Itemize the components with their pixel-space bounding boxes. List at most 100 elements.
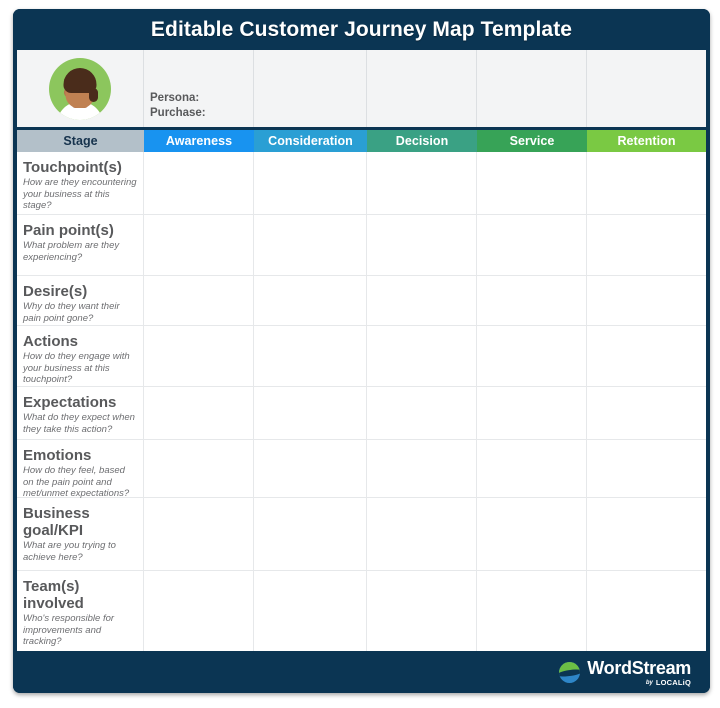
row-title: Pain point(s) bbox=[23, 222, 114, 239]
cell-expectations-consideration[interactable] bbox=[254, 387, 367, 439]
cell-teams-decision[interactable] bbox=[367, 571, 477, 651]
stage-header-row: Stage Awareness Consideration Decision S… bbox=[17, 130, 706, 152]
cell-pain-points-consideration[interactable] bbox=[254, 215, 367, 275]
cell-desires-decision[interactable] bbox=[367, 276, 477, 325]
table-row: Expectations What do they expect when th… bbox=[17, 387, 706, 440]
cell-actions-service[interactable] bbox=[477, 326, 587, 386]
template-frame: Editable Customer Journey Map Template P… bbox=[13, 9, 710, 693]
logo-subline: by LOCALiQ bbox=[646, 679, 691, 687]
cell-pain-points-service[interactable] bbox=[477, 215, 587, 275]
table-row: Touchpoint(s) How are they encountering … bbox=[17, 152, 706, 215]
column-header-stage[interactable]: Stage bbox=[17, 130, 144, 152]
cell-touchpoints-service[interactable] bbox=[477, 152, 587, 214]
persona-label: Persona: bbox=[150, 92, 200, 104]
title-bar: Editable Customer Journey Map Template bbox=[13, 9, 710, 50]
row-title: Team(s) involved bbox=[23, 578, 84, 612]
cell-business-goal-service[interactable] bbox=[477, 498, 587, 570]
row-description: How are they encountering your business … bbox=[23, 177, 137, 211]
persona-cell-2[interactable] bbox=[254, 50, 367, 127]
cell-teams-consideration[interactable] bbox=[254, 571, 367, 651]
cell-expectations-awareness[interactable] bbox=[144, 387, 254, 439]
cell-expectations-retention[interactable] bbox=[587, 387, 706, 439]
row-title: Desire(s) bbox=[23, 283, 88, 300]
table-row: Desire(s) Why do they want their pain po… bbox=[17, 276, 706, 326]
cell-expectations-service[interactable] bbox=[477, 387, 587, 439]
cell-emotions-retention[interactable] bbox=[587, 440, 706, 497]
persona-cell-5[interactable] bbox=[587, 50, 706, 127]
cell-emotions-consideration[interactable] bbox=[254, 440, 367, 497]
column-header-service[interactable]: Service bbox=[477, 130, 587, 152]
cell-emotions-awareness[interactable] bbox=[144, 440, 254, 497]
row-description: Who's responsible for improvements and t… bbox=[23, 613, 115, 647]
cell-business-goal-awareness[interactable] bbox=[144, 498, 254, 570]
table-row: Team(s) involved Who's responsible for i… bbox=[17, 571, 706, 651]
cell-business-goal-retention[interactable] bbox=[587, 498, 706, 570]
cell-teams-awareness[interactable] bbox=[144, 571, 254, 651]
row-title: Touchpoint(s) bbox=[23, 159, 122, 176]
row-label-expectations: Expectations What do they expect when th… bbox=[17, 387, 144, 439]
brand-name: WordStream bbox=[587, 657, 691, 678]
cell-business-goal-consideration[interactable] bbox=[254, 498, 367, 570]
person-avatar-icon bbox=[49, 57, 111, 120]
page-title: Editable Customer Journey Map Template bbox=[150, 17, 573, 41]
cell-pain-points-decision[interactable] bbox=[367, 215, 477, 275]
cell-desires-consideration[interactable] bbox=[254, 276, 367, 325]
row-description: What problem are they experiencing? bbox=[23, 240, 120, 263]
cell-emotions-decision[interactable] bbox=[367, 440, 477, 497]
persona-avatar-cell bbox=[17, 50, 144, 127]
cell-emotions-service[interactable] bbox=[477, 440, 587, 497]
row-label-desires: Desire(s) Why do they want their pain po… bbox=[17, 276, 144, 325]
persona-cell-3[interactable] bbox=[367, 50, 477, 127]
cell-desires-retention[interactable] bbox=[587, 276, 706, 325]
table-row: Business goal/KPI What are you trying to… bbox=[17, 498, 706, 571]
row-label-pain-points: Pain point(s) What problem are they expe… bbox=[17, 215, 144, 275]
row-description: Why do they want their pain point gone? bbox=[23, 301, 120, 324]
row-description: How do they engage with your business at… bbox=[23, 351, 130, 385]
table-row: Pain point(s) What problem are they expe… bbox=[17, 215, 706, 276]
cell-touchpoints-decision[interactable] bbox=[367, 152, 477, 214]
cell-desires-awareness[interactable] bbox=[144, 276, 254, 325]
cell-touchpoints-consideration[interactable] bbox=[254, 152, 367, 214]
wordstream-logo: WordStream by LOCALiQ bbox=[559, 659, 691, 687]
row-description: How do they feel, based on the pain poin… bbox=[23, 465, 130, 499]
cell-actions-retention[interactable] bbox=[587, 326, 706, 386]
column-header-decision[interactable]: Decision bbox=[367, 130, 477, 152]
cell-pain-points-awareness[interactable] bbox=[144, 215, 254, 275]
column-header-retention[interactable]: Retention bbox=[587, 130, 706, 152]
row-label-business-goal-kpi: Business goal/KPI What are you trying to… bbox=[17, 498, 144, 570]
row-title: Business goal/KPI bbox=[23, 505, 90, 539]
wordstream-globe-icon bbox=[559, 662, 581, 683]
row-title: Expectations bbox=[23, 394, 117, 411]
journey-map-page: Editable Customer Journey Map Template P… bbox=[0, 0, 720, 708]
footer-bar: WordStream by LOCALiQ bbox=[13, 652, 710, 693]
row-title: Actions bbox=[23, 333, 79, 350]
row-title: Emotions bbox=[23, 447, 92, 464]
row-label-actions: Actions How do they engage with your bus… bbox=[17, 326, 144, 386]
cell-touchpoints-retention[interactable] bbox=[587, 152, 706, 214]
logo-text: WordStream by LOCALiQ bbox=[587, 659, 691, 687]
persona-fields-cell[interactable]: Persona: Purchase: bbox=[144, 50, 254, 127]
cell-pain-points-retention[interactable] bbox=[587, 215, 706, 275]
persona-row: Persona: Purchase: bbox=[17, 50, 706, 130]
cell-expectations-decision[interactable] bbox=[367, 387, 477, 439]
purchase-label: Purchase: bbox=[150, 107, 206, 119]
row-description: What do they expect when they take this … bbox=[23, 412, 135, 435]
cell-business-goal-decision[interactable] bbox=[367, 498, 477, 570]
cell-teams-retention[interactable] bbox=[587, 571, 706, 651]
cell-touchpoints-awareness[interactable] bbox=[144, 152, 254, 214]
cell-teams-service[interactable] bbox=[477, 571, 587, 651]
cell-actions-consideration[interactable] bbox=[254, 326, 367, 386]
cell-desires-service[interactable] bbox=[477, 276, 587, 325]
table-row: Actions How do they engage with your bus… bbox=[17, 326, 706, 387]
persona-cell-4[interactable] bbox=[477, 50, 587, 127]
table-row: Emotions How do they feel, based on the … bbox=[17, 440, 706, 499]
journey-body: Touchpoint(s) How are they encountering … bbox=[17, 152, 706, 652]
column-header-consideration[interactable]: Consideration bbox=[254, 130, 367, 152]
cell-actions-awareness[interactable] bbox=[144, 326, 254, 386]
cell-actions-decision[interactable] bbox=[367, 326, 477, 386]
column-header-awareness[interactable]: Awareness bbox=[144, 130, 254, 152]
parent-brand-name: LOCALiQ bbox=[655, 677, 691, 687]
logo-by-label: by bbox=[645, 679, 653, 686]
row-label-emotions: Emotions How do they feel, based on the … bbox=[17, 440, 144, 499]
row-label-touchpoints: Touchpoint(s) How are they encountering … bbox=[17, 152, 144, 214]
